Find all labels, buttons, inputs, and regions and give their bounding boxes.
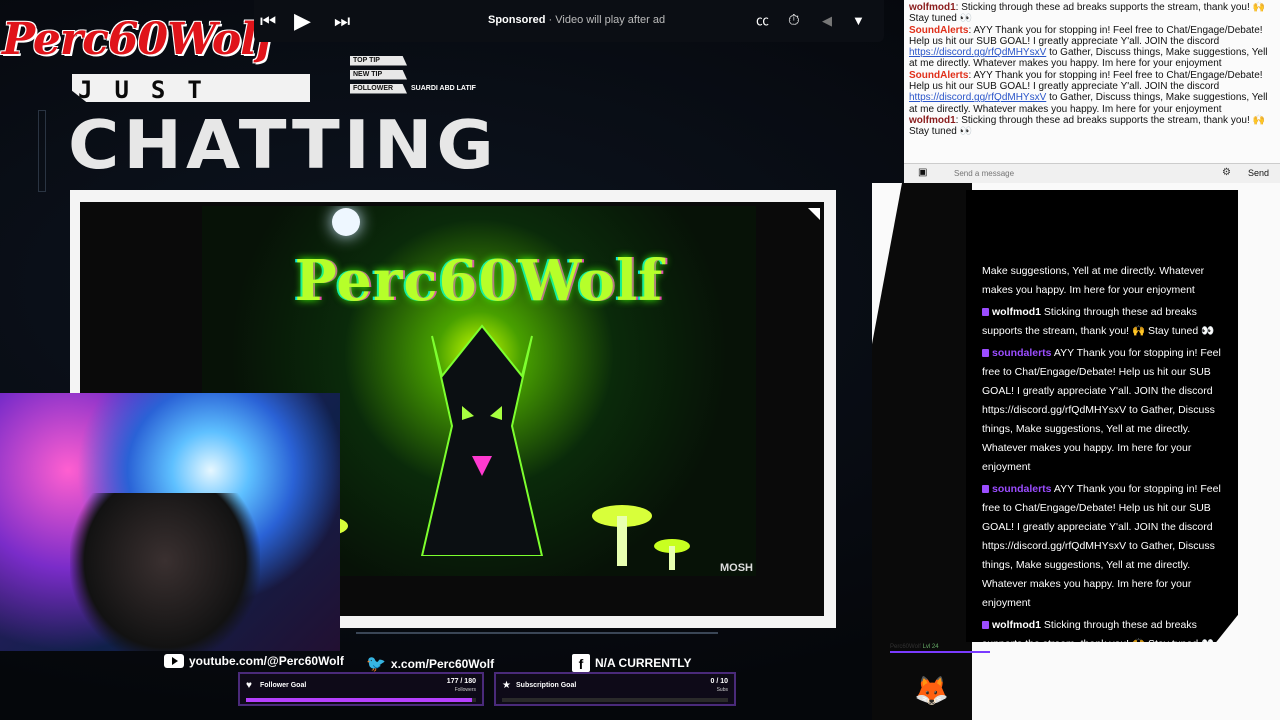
youtube-icon bbox=[164, 654, 184, 668]
goal-track bbox=[246, 698, 476, 702]
overlay-chat-messages: Make suggestions, Yell at me directly. W… bbox=[982, 262, 1230, 642]
goal-label: Follower Goal bbox=[260, 682, 307, 689]
overlay-chat-username: wolfmod1 bbox=[992, 619, 1041, 631]
goal-unit: Followers bbox=[454, 687, 476, 693]
circuit-line bbox=[356, 632, 718, 634]
alerts-list: TOP TIP NEW TIP FOLLOWER SUARDI ABD LATI… bbox=[350, 54, 490, 96]
captions-icon[interactable]: ㏄ bbox=[756, 0, 769, 42]
heart-icon: ♥ bbox=[246, 680, 252, 691]
next-icon[interactable]: ⏭ bbox=[334, 0, 350, 42]
x-bird-icon: 🐦 bbox=[366, 656, 386, 673]
sponsored-label: Sponsored bbox=[488, 14, 546, 26]
youtube-handle: youtube.com/@Perc60Wolf bbox=[189, 654, 344, 668]
circuit-line bbox=[38, 110, 46, 192]
chat-username[interactable]: SoundAlerts bbox=[909, 70, 968, 81]
timer-icon[interactable]: ⏱ bbox=[788, 0, 800, 42]
chat-badge-icon bbox=[982, 485, 989, 494]
chat-badge-icon bbox=[982, 349, 989, 358]
chat-text: Sticking through these ad breaks support… bbox=[909, 2, 1265, 25]
chat-badge-icon bbox=[982, 621, 989, 630]
goal-label: Subscription Goal bbox=[516, 682, 577, 689]
alert-new-tip: NEW TIP bbox=[350, 68, 490, 81]
level-label: Perc60Wolf Lvl 24 bbox=[890, 644, 939, 650]
level-bar bbox=[890, 651, 990, 653]
artwork-title: Perc60Wolf bbox=[294, 248, 664, 314]
chat-message: wolfmod1: Sticking through these ad brea… bbox=[909, 114, 1265, 138]
facebook-link[interactable]: f N/A CURRENTLY bbox=[572, 654, 691, 672]
fox-icon: 🦊 bbox=[914, 675, 949, 706]
discord-link[interactable]: https://discord.gg/rfQdMHYsxV bbox=[909, 47, 1046, 58]
moon-icon bbox=[332, 208, 360, 236]
ad-status: Sponsored · Video will play after ad bbox=[488, 14, 666, 26]
chevron-left-icon[interactable]: ◀ bbox=[822, 0, 832, 42]
alert-label: FOLLOWER bbox=[350, 83, 407, 94]
facebook-icon: f bbox=[572, 654, 590, 672]
follower-goal: ♥ Follower Goal 177 / 180 Followers bbox=[238, 672, 484, 706]
overlay-chat-message: wolfmod1 Sticking through these ad break… bbox=[982, 303, 1230, 341]
streamer bbox=[70, 493, 260, 651]
goal-count: 177 / 180 bbox=[446, 678, 476, 685]
facebook-handle: N/A CURRENTLY bbox=[595, 656, 692, 670]
alert-follower: FOLLOWER SUARDI ABD LATIF bbox=[350, 82, 490, 95]
alert-top-tip: TOP TIP bbox=[350, 54, 490, 67]
alert-label: NEW TIP bbox=[350, 69, 407, 80]
prev-icon[interactable]: ⏮ bbox=[260, 0, 276, 42]
chat-username[interactable]: wolfmod1 bbox=[909, 115, 956, 126]
goal-count: 0 / 10 bbox=[710, 678, 728, 685]
overlay-chat-message: soundalerts AYY Thank you for stopping i… bbox=[982, 480, 1230, 613]
overlay-chat-text: AYY Thank you for stopping in! Feel free… bbox=[982, 347, 1221, 473]
overlay-chat-message: soundalerts AYY Thank you for stopping i… bbox=[982, 344, 1230, 477]
chat-message: wolfmod1: Sticking through these ad brea… bbox=[909, 2, 1265, 25]
level-value: Lvl 24 bbox=[922, 644, 939, 650]
overlay-chat-box: Make suggestions, Yell at me directly. W… bbox=[966, 190, 1238, 642]
chat-text: Sticking through these ad breaks support… bbox=[909, 114, 1265, 138]
chat-username[interactable]: SoundAlerts bbox=[909, 25, 968, 36]
artwork-credit: MOSH bbox=[720, 562, 753, 574]
ad-status-text: Video will play after ad bbox=[555, 14, 666, 26]
twitch-chat: wolfmod1: Sticking through these ad brea… bbox=[904, 0, 1280, 183]
x-handle: x.com/Perc60Wolf bbox=[390, 657, 495, 671]
overlay-chat-username: wolfmod1 bbox=[992, 306, 1041, 318]
chat-message-list: wolfmod1: Sticking through these ad brea… bbox=[909, 2, 1271, 138]
overlay-chat-text: Make suggestions, Yell at me directly. W… bbox=[982, 265, 1205, 296]
chat-badge-icon[interactable]: ▣ bbox=[918, 167, 927, 178]
goal-unit: Subs bbox=[716, 687, 728, 693]
goal-track bbox=[502, 698, 728, 702]
settings-gear-icon[interactable]: ⚙ bbox=[1222, 167, 1231, 178]
chat-message: SoundAlerts: AYY Thank you for stopping … bbox=[909, 24, 1268, 70]
overlay-chat-username: soundalerts bbox=[992, 483, 1052, 495]
webcam-feed bbox=[0, 393, 340, 651]
just-label: JUST bbox=[78, 76, 224, 104]
corner-marker-icon bbox=[808, 208, 820, 220]
chatting-title: CHATTING bbox=[68, 106, 498, 184]
play-icon[interactable]: ▶ bbox=[294, 0, 311, 42]
goal-fill bbox=[246, 698, 473, 702]
chat-message: SoundAlerts: AYY Thank you for stopping … bbox=[909, 69, 1268, 115]
alert-label: TOP TIP bbox=[350, 55, 407, 66]
star-icon: ★ bbox=[502, 680, 511, 691]
x-link[interactable]: 🐦 x.com/Perc60Wolf bbox=[366, 654, 494, 674]
chat-username[interactable]: wolfmod1 bbox=[909, 2, 956, 13]
chat-input[interactable] bbox=[954, 167, 1214, 181]
youtube-link[interactable]: youtube.com/@Perc60Wolf bbox=[164, 654, 344, 668]
overlay-chat-username: soundalerts bbox=[992, 347, 1052, 359]
overlay-chat-text: AYY Thank you for stopping in! Feel free… bbox=[982, 483, 1221, 609]
level-user: Perc60Wolf bbox=[890, 644, 921, 650]
brand-logo: Perc60Wolf bbox=[2, 14, 275, 65]
chevron-down-icon[interactable]: ▼ bbox=[852, 0, 865, 42]
discord-link[interactable]: https://discord.gg/rfQdMHYsxV bbox=[909, 92, 1046, 103]
overlay-chat-message: Make suggestions, Yell at me directly. W… bbox=[982, 262, 1230, 300]
subscription-goal: ★ Subscription Goal 0 / 10 Subs bbox=[494, 672, 736, 706]
alert-value: SUARDI ABD LATIF bbox=[411, 85, 476, 92]
chat-input-row: ▣ ⚙ Send bbox=[904, 163, 1280, 183]
send-button[interactable]: Send bbox=[1248, 168, 1269, 179]
chat-badge-icon bbox=[982, 308, 989, 317]
